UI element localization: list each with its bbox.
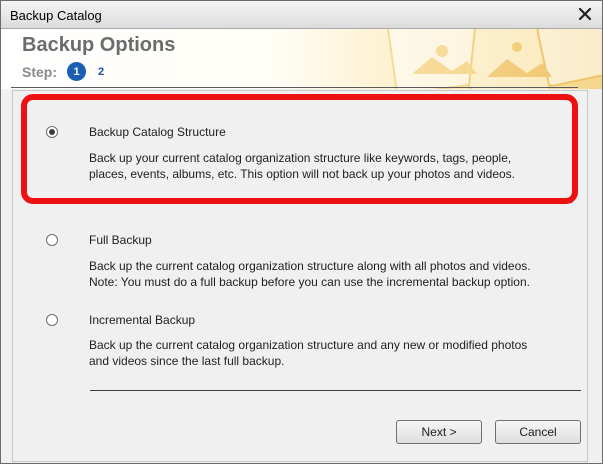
backup-catalog-dialog: Backup Catalog Backup Options Step: 1 2	[0, 0, 603, 464]
radio-incremental-backup[interactable]	[46, 314, 58, 326]
step-label: Step:	[22, 64, 57, 80]
window-title: Backup Catalog	[10, 8, 102, 23]
photo-album-illustration	[387, 29, 602, 89]
radio-backup-catalog-structure[interactable]	[46, 126, 58, 138]
option-desc-full-backup-line2: Note: You must do a full backup before y…	[89, 275, 530, 289]
step-indicator-1: 1	[67, 62, 86, 81]
page-title: Backup Options	[22, 34, 176, 56]
footer-separator	[90, 390, 581, 391]
cancel-button[interactable]: Cancel	[495, 420, 581, 444]
option-title-catalog-structure: Backup Catalog Structure	[89, 125, 226, 139]
option-title-incremental-backup: Incremental Backup	[89, 313, 196, 327]
radio-full-backup[interactable]	[46, 234, 58, 246]
option-desc-full-backup-line1: Back up the current catalog organization…	[89, 259, 531, 273]
option-desc-catalog-structure-line1: Back up your current catalog organizatio…	[89, 151, 512, 165]
step-indicator-2: 2	[97, 66, 105, 78]
title-bar: Backup Catalog	[1, 1, 602, 29]
option-desc-incremental-backup-line2: and videos since the last full backup.	[89, 354, 285, 368]
option-desc-incremental-backup-line1: Back up the current catalog organization…	[89, 338, 528, 352]
header-divider	[11, 87, 578, 88]
close-icon[interactable]	[576, 4, 594, 24]
radio-selected-dot	[49, 129, 55, 135]
option-separator	[90, 202, 572, 203]
option-desc-catalog-structure-line2: places, events, albums, etc. This option…	[89, 167, 516, 181]
next-button[interactable]: Next >	[396, 420, 482, 444]
wizard-header: Backup Options Step: 1 2	[1, 29, 602, 89]
option-title-full-backup: Full Backup	[89, 233, 152, 247]
